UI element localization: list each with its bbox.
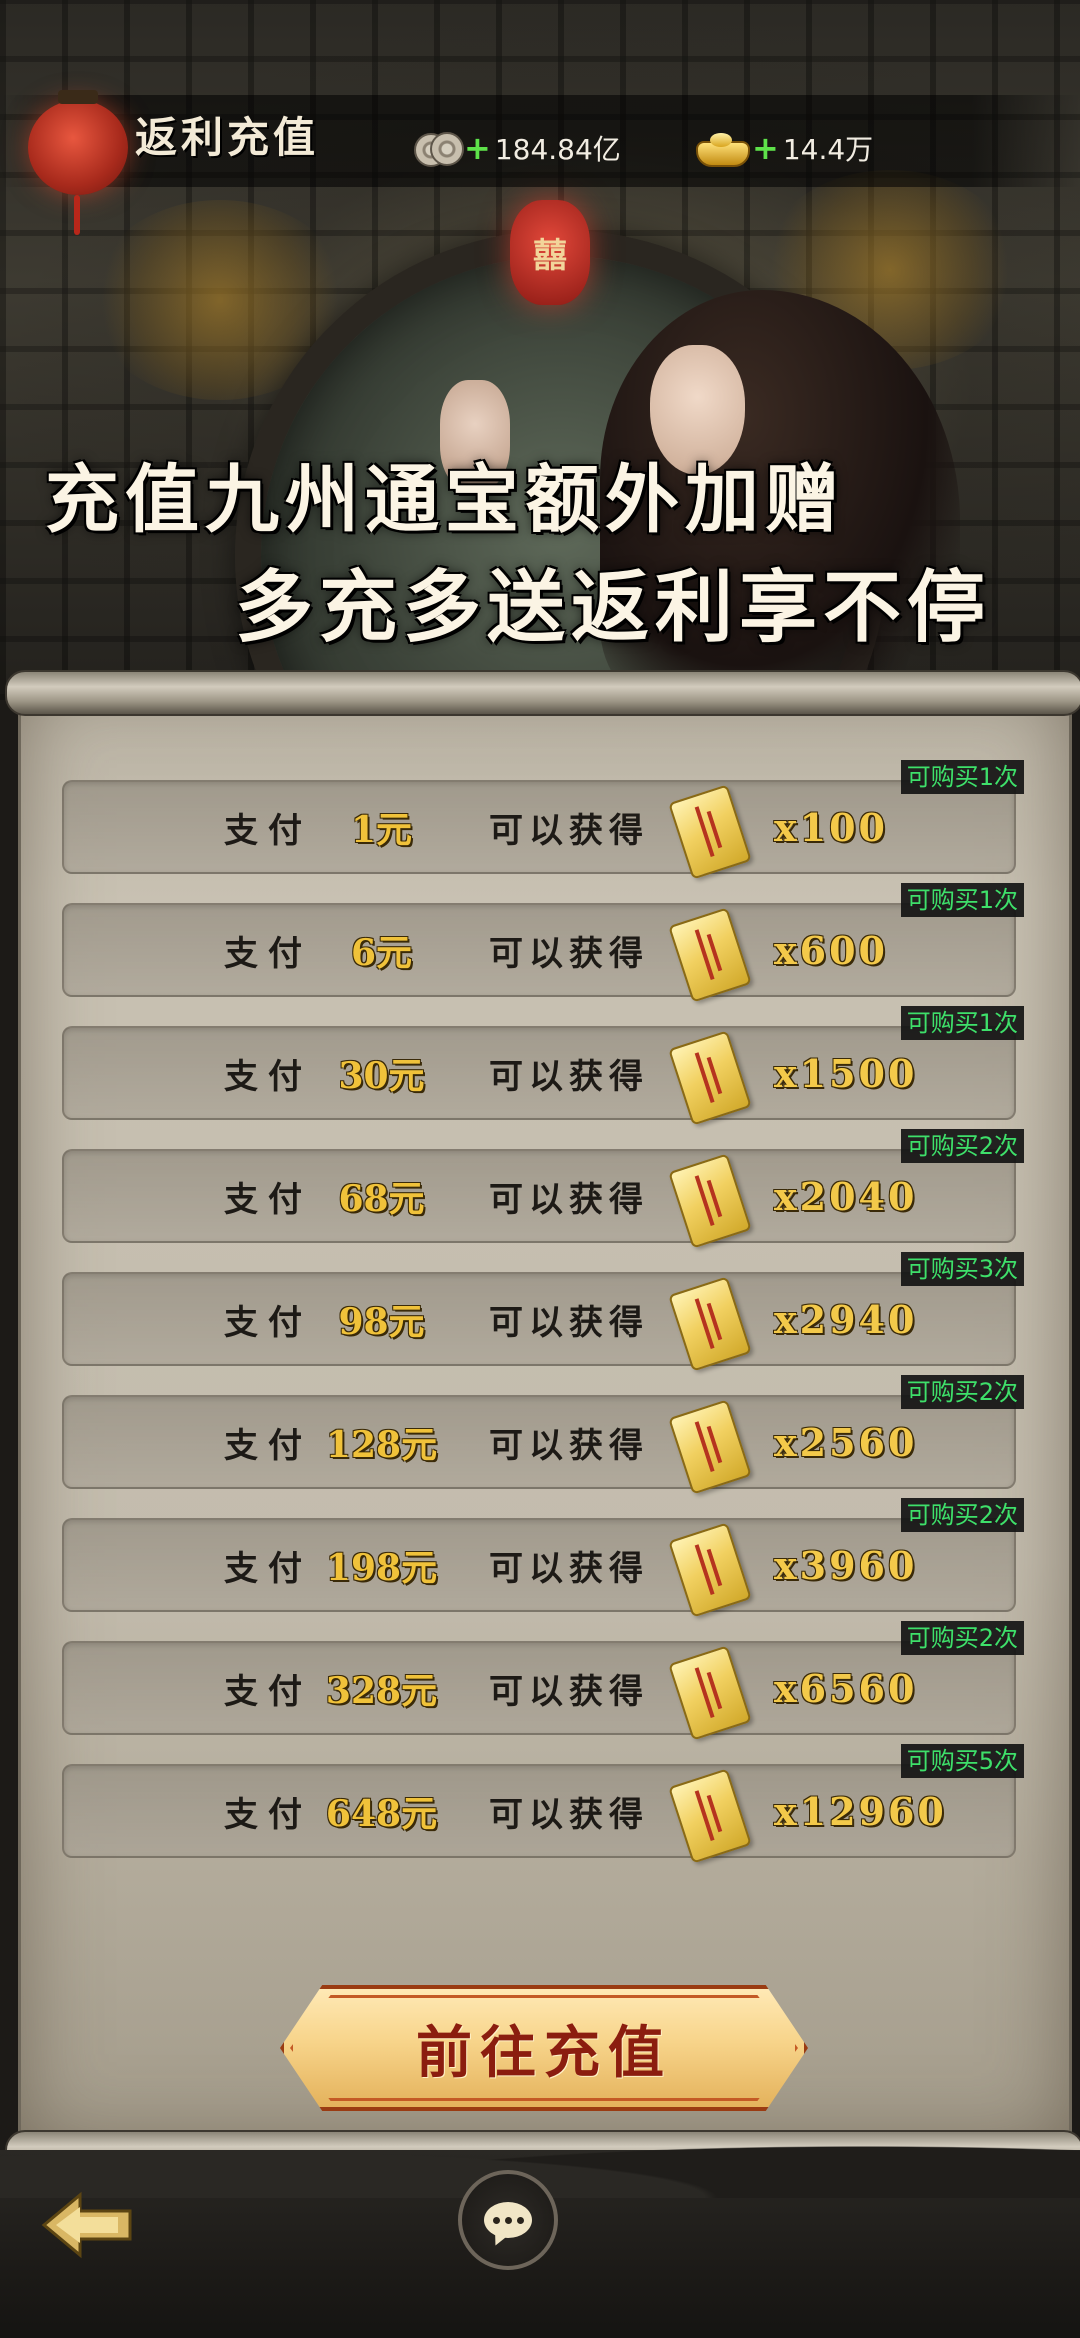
- chat-bubble-icon: [484, 2202, 532, 2238]
- price: 328元: [325, 1670, 438, 1712]
- price: 68元: [338, 1178, 425, 1220]
- pay-label: 支付: [224, 1425, 312, 1466]
- hanging-lantern-icon: [510, 200, 590, 305]
- reward-quantity: x6560: [774, 1665, 918, 1711]
- get-label: 可以获得: [489, 1671, 649, 1712]
- price: 648元: [325, 1793, 438, 1835]
- pay-label: 支付: [224, 1548, 312, 1589]
- recharge-button-label: 前往充值: [416, 2019, 672, 2086]
- get-label: 可以获得: [489, 1302, 649, 1343]
- pay-label: 支付: [224, 1179, 312, 1220]
- offer-row[interactable]: 可购买5次 支付 648元 可以获得 x12960: [62, 1744, 1024, 1864]
- offer-row[interactable]: 可购买3次 支付 98元 可以获得 x2940: [62, 1252, 1024, 1372]
- price: 198元: [325, 1547, 438, 1589]
- gold-ingot-icon: [692, 129, 750, 167]
- offer-row[interactable]: 可购买2次 支付 128元 可以获得 x2560: [62, 1375, 1024, 1495]
- reward-quantity: x3960: [774, 1542, 918, 1588]
- reward-quantity: x2560: [774, 1419, 918, 1465]
- pay-label: 支付: [224, 933, 312, 974]
- chat-button[interactable]: [458, 2170, 558, 2270]
- get-label: 可以获得: [489, 1056, 649, 1097]
- get-label: 可以获得: [489, 1179, 649, 1220]
- scroll-ticket-icon: [668, 907, 752, 1003]
- red-lantern-icon: [28, 90, 128, 235]
- price: 98元: [338, 1301, 425, 1343]
- offer-row[interactable]: 可购买1次 支付 6元 可以获得 x600: [62, 883, 1024, 1003]
- pay-label: 支付: [224, 1056, 312, 1097]
- get-label: 可以获得: [489, 1794, 649, 1835]
- copper-coins-balance[interactable]: + 184.84亿: [412, 125, 621, 171]
- back-button[interactable]: [38, 2185, 138, 2265]
- reward-quantity: x12960: [774, 1788, 947, 1834]
- get-label: 可以获得: [489, 1548, 649, 1589]
- price: 6元: [350, 932, 413, 974]
- add-coins-plus-icon[interactable]: +: [464, 129, 491, 167]
- scroll-ticket-icon: [668, 1399, 752, 1495]
- reward-quantity: x600: [774, 927, 888, 973]
- reward-quantity: x2940: [774, 1296, 918, 1342]
- scroll-ticket-icon: [668, 1645, 752, 1741]
- scroll-ticket-icon: [668, 1153, 752, 1249]
- pay-label: 支付: [224, 810, 312, 851]
- copper-coins-icon: [412, 130, 464, 167]
- reward-quantity: x2040: [774, 1173, 918, 1219]
- ingot-value: 14.4万: [782, 133, 874, 166]
- offer-row[interactable]: 可购买2次 支付 198元 可以获得 x3960: [62, 1498, 1024, 1618]
- scroll-ticket-icon: [668, 1522, 752, 1618]
- pay-label: 支付: [224, 1794, 312, 1835]
- pay-label: 支付: [224, 1302, 312, 1343]
- gold-ingot-balance[interactable]: + 14.4万: [692, 125, 873, 171]
- get-label: 可以获得: [489, 933, 649, 974]
- price: 128元: [325, 1424, 438, 1466]
- banner-slogan-line2: 多充多送返利享不停: [235, 562, 992, 653]
- offer-row[interactable]: 可购买1次 支付 1元 可以获得 x100: [62, 760, 1024, 880]
- banner-slogan-line1: 充值九州通宝额外加赠: [45, 457, 845, 543]
- page-title: 返利充值: [135, 113, 320, 162]
- get-label: 可以获得: [489, 1425, 649, 1466]
- get-label: 可以获得: [489, 810, 649, 851]
- reward-quantity: x100: [774, 804, 888, 850]
- offer-row[interactable]: 可购买1次 支付 30元 可以获得 x1500: [62, 1006, 1024, 1126]
- scroll-roller-top: [5, 670, 1080, 716]
- price: 1元: [350, 809, 413, 851]
- go-recharge-button[interactable]: 前往充值: [280, 1985, 808, 2111]
- scroll-ticket-icon: [668, 1768, 752, 1864]
- coins-value: 184.84亿: [494, 133, 621, 166]
- scroll-ticket-icon: [668, 784, 752, 880]
- price: 30元: [338, 1055, 425, 1097]
- scroll-ticket-icon: [668, 1276, 752, 1372]
- scroll-ticket-icon: [668, 1030, 752, 1126]
- offer-row[interactable]: 可购买2次 支付 68元 可以获得 x2040: [62, 1129, 1024, 1249]
- pay-label: 支付: [224, 1671, 312, 1712]
- back-arrow-icon: [41, 2191, 132, 2259]
- offer-row[interactable]: 可购买2次 支付 328元 可以获得 x6560: [62, 1621, 1024, 1741]
- add-ingot-plus-icon[interactable]: +: [752, 129, 779, 167]
- reward-quantity: x1500: [774, 1050, 918, 1096]
